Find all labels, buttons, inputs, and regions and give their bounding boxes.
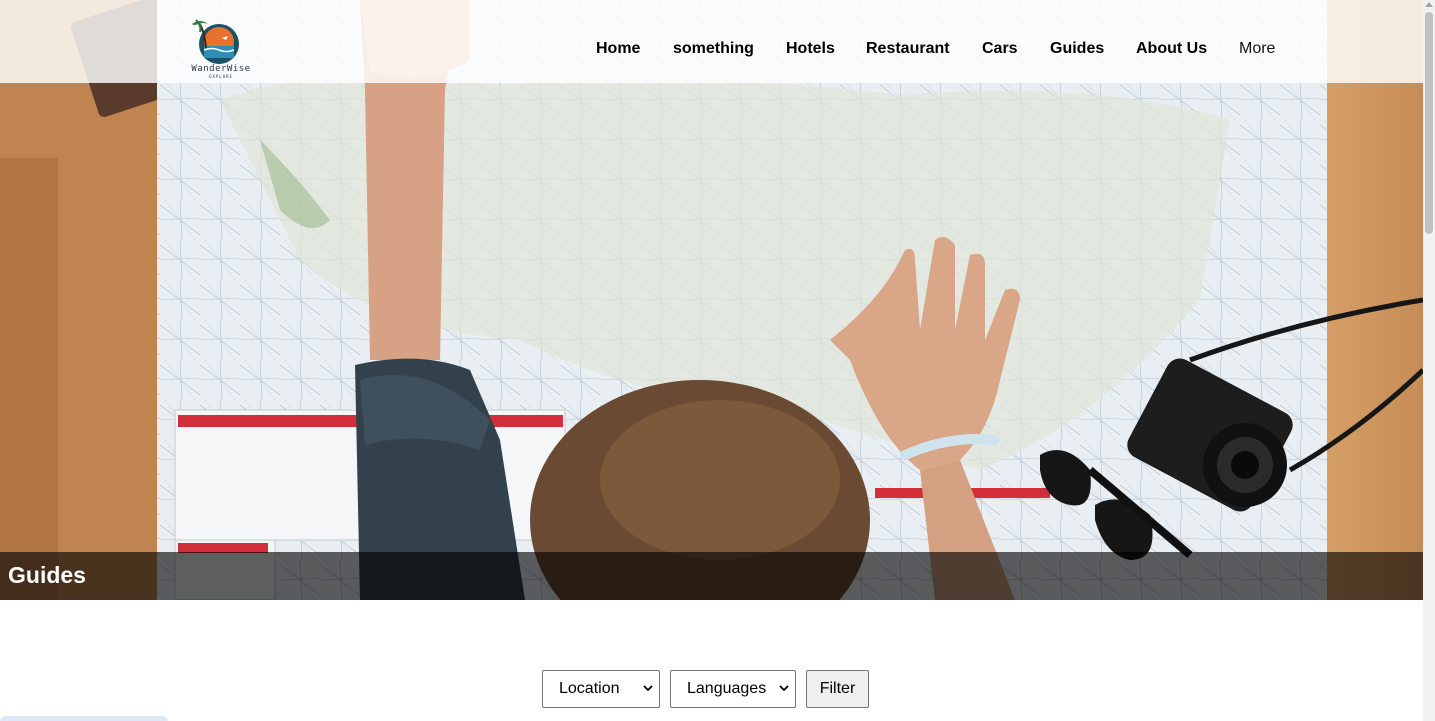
location-select[interactable]: Location <box>542 670 660 708</box>
guide-card[interactable] <box>0 716 168 721</box>
hero-banner: Guides <box>0 0 1423 600</box>
page-title: Guides <box>8 562 86 588</box>
location-select-value: Location <box>559 680 620 697</box>
brand-tagline: EXPLORE <box>209 74 233 79</box>
chevron-down-icon <box>779 685 789 692</box>
guides-page: Guides WanderWise EXPLORE Home something… <box>0 0 1435 721</box>
hero-caption-bar: Guides <box>0 552 1423 600</box>
palm-sun-logo-icon <box>192 19 239 64</box>
nav-home[interactable]: Home <box>596 38 640 60</box>
chevron-down-icon <box>643 685 653 692</box>
site-header: WanderWise EXPLORE Home something Hotels… <box>0 0 1423 83</box>
nav-cars[interactable]: Cars <box>982 38 1018 60</box>
page-scrollbar[interactable] <box>1423 0 1435 721</box>
nav-something[interactable]: something <box>673 38 754 60</box>
scroll-up-arrow-icon[interactable] <box>1425 2 1433 7</box>
filter-button[interactable]: Filter <box>806 670 869 708</box>
scrollbar-thumb[interactable] <box>1425 12 1433 234</box>
brand-logo[interactable]: WanderWise EXPLORE <box>182 18 260 82</box>
languages-select[interactable]: Languages <box>670 670 796 708</box>
nav-guides[interactable]: Guides <box>1050 38 1104 60</box>
hero-image <box>0 0 1423 600</box>
nav-restaurant[interactable]: Restaurant <box>866 38 950 60</box>
brand-name: WanderWise <box>191 64 251 74</box>
nav-more[interactable]: More <box>1239 38 1275 60</box>
languages-select-value: Languages <box>687 680 767 697</box>
nav-about-us[interactable]: About Us <box>1136 38 1207 60</box>
guide-filters: Location Languages Filter <box>0 670 1423 708</box>
nav-hotels[interactable]: Hotels <box>786 38 835 60</box>
